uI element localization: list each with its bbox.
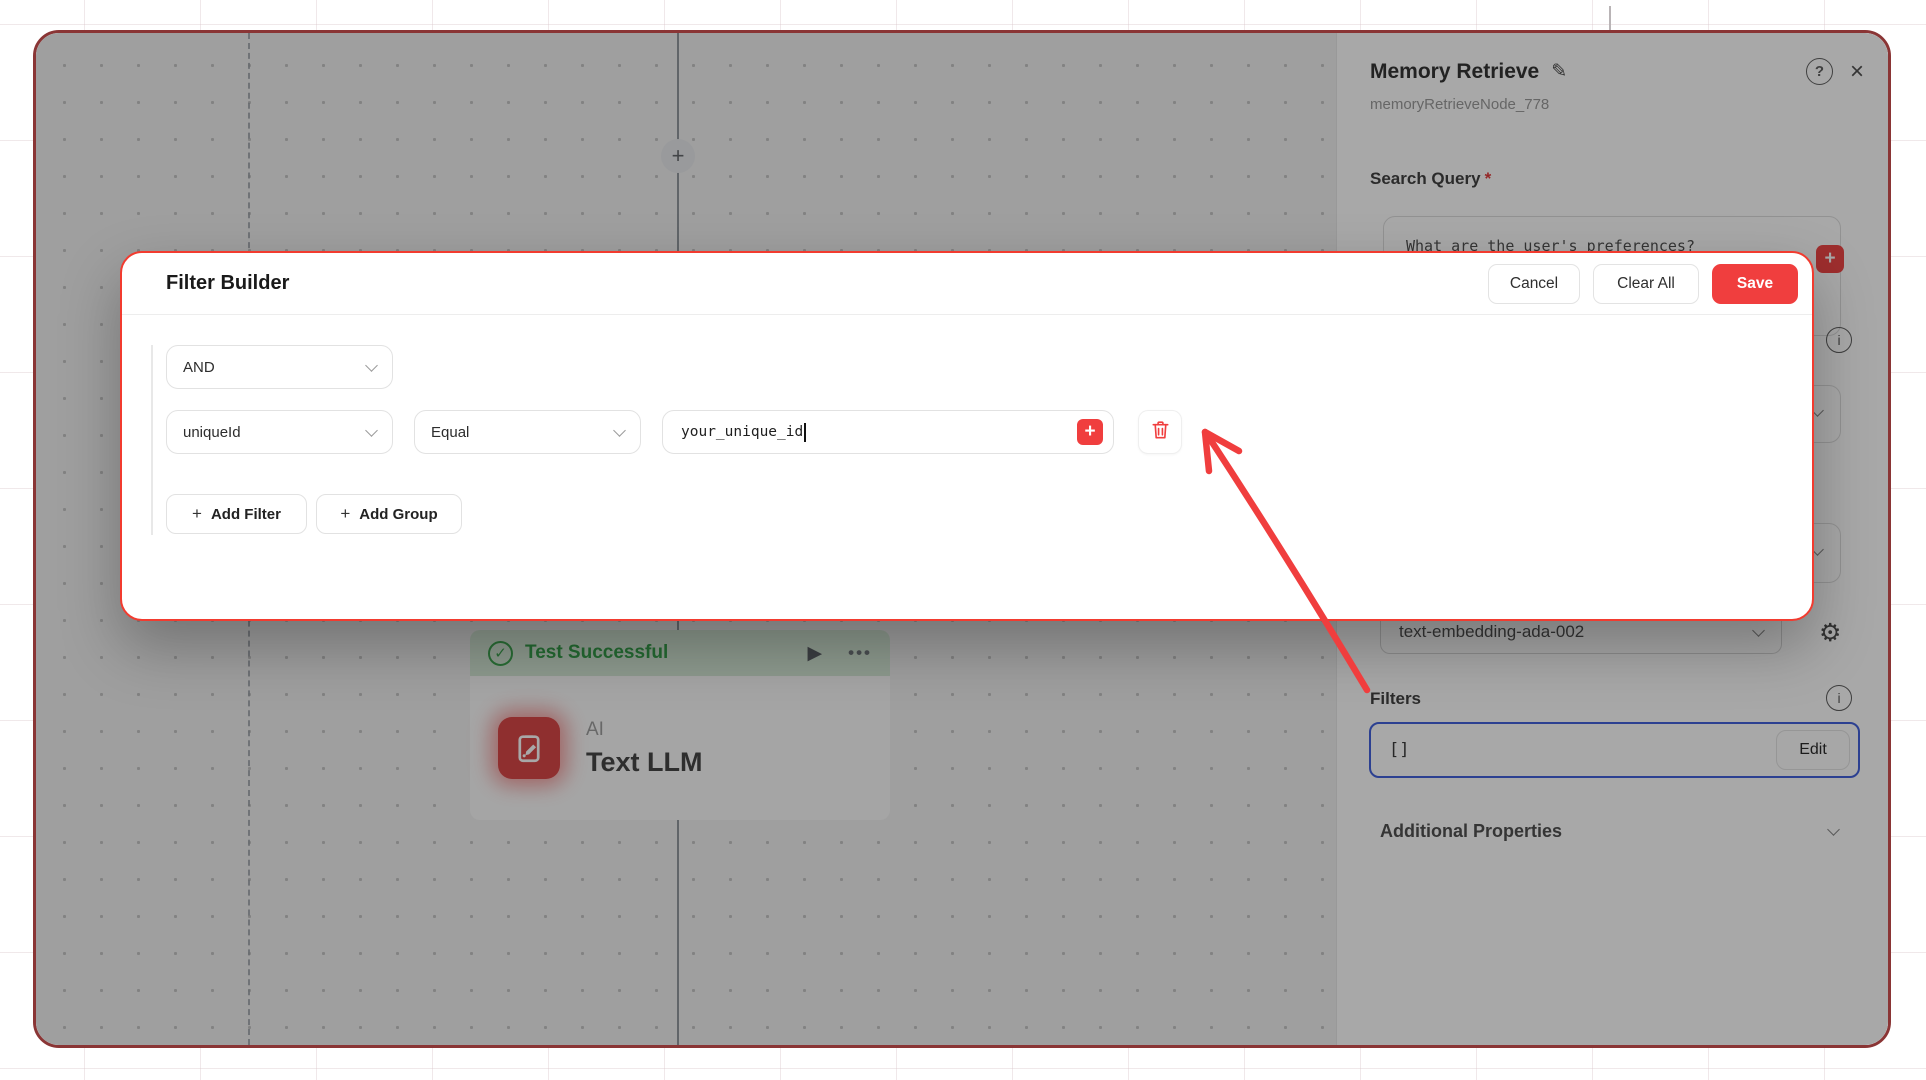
add-group-button[interactable]: + Add Group [316, 494, 462, 534]
delete-filter-button[interactable] [1138, 410, 1182, 454]
trash-icon [1149, 418, 1172, 446]
chevron-down-icon [365, 424, 378, 437]
insert-variable-button[interactable]: + [1077, 419, 1103, 445]
cancel-button[interactable]: Cancel [1488, 264, 1580, 304]
filter-builder-modal: Filter Builder Cancel Clear All Save AND… [120, 251, 1814, 621]
filter-value-text: your_unique_id [681, 424, 803, 440]
add-group-label: Add Group [359, 506, 437, 523]
modal-title: Filter Builder [166, 272, 1488, 295]
add-filter-button[interactable]: + Add Filter [166, 494, 307, 534]
add-filter-label: Add Filter [211, 506, 281, 523]
group-operator-select[interactable]: AND [166, 345, 393, 389]
page-grid-line [1609, 6, 1611, 30]
group-indent-guide [151, 345, 153, 535]
filter-value-input[interactable]: your_unique_id + [662, 410, 1114, 454]
plus-icon: + [192, 504, 202, 524]
chevron-down-icon [613, 424, 626, 437]
app-window: + ✓ Test Successful ▶ ••• [33, 30, 1891, 1048]
text-cursor [804, 423, 806, 442]
filter-operator-select[interactable]: Equal [414, 410, 641, 454]
save-button[interactable]: Save [1712, 264, 1798, 304]
chevron-down-icon [365, 359, 378, 372]
group-operator-value: AND [183, 359, 215, 376]
filter-field-value: uniqueId [183, 424, 241, 441]
filter-field-select[interactable]: uniqueId [166, 410, 393, 454]
clear-all-button[interactable]: Clear All [1593, 264, 1699, 304]
plus-icon: + [340, 504, 350, 524]
filter-operator-value: Equal [431, 424, 469, 441]
